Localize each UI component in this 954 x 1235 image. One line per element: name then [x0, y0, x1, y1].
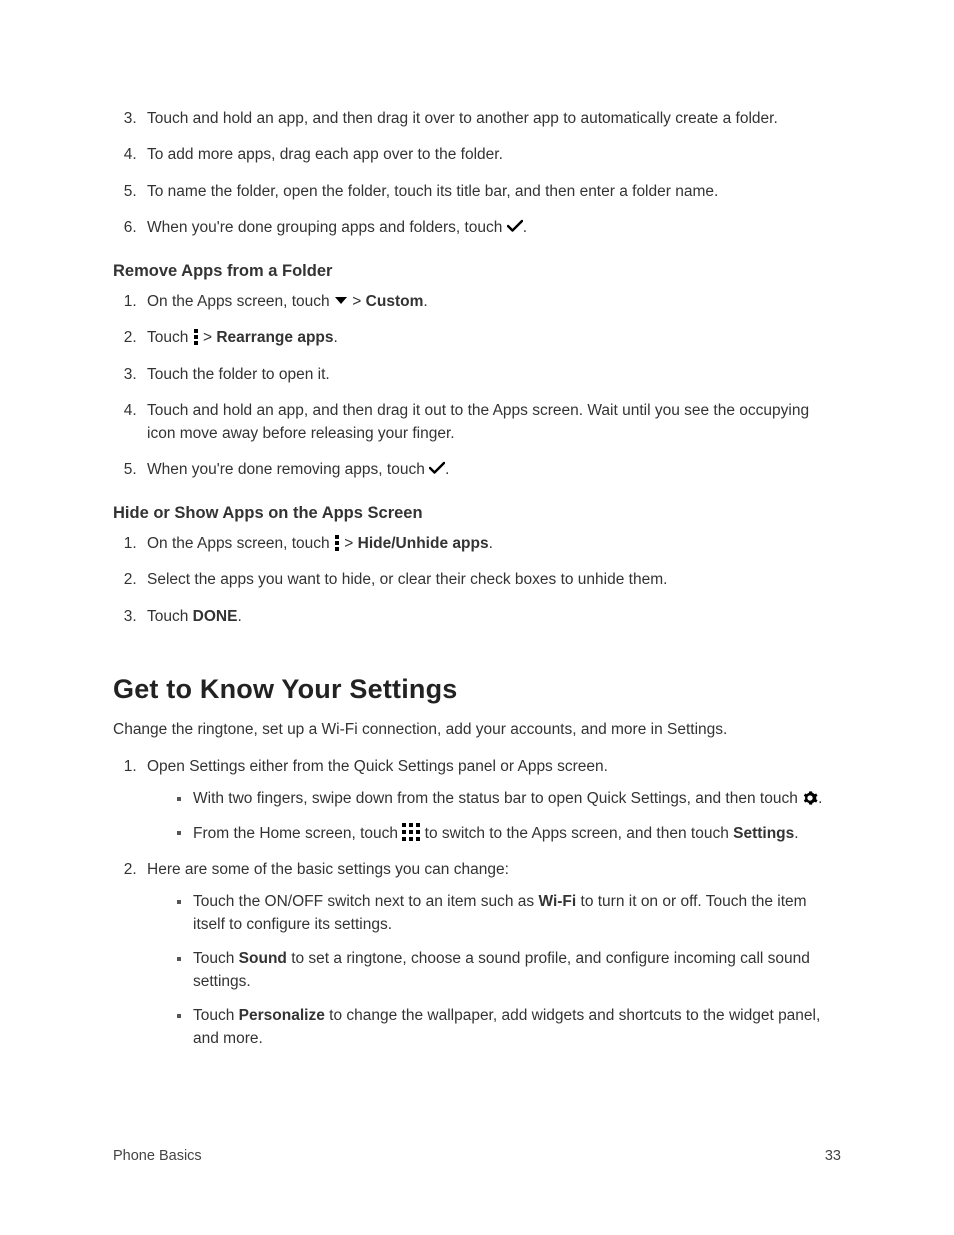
step-item: On the Apps screen, touch > Hide/Unhide … [141, 533, 841, 555]
bold-text: Hide/Unhide apps [358, 535, 489, 552]
overflow-icon [193, 328, 199, 346]
gear-icon [802, 790, 818, 806]
step-item: Touch > Rearrange apps. [141, 327, 841, 349]
footer-page-number: 33 [825, 1148, 841, 1164]
page: Touch and hold an app, and then drag it … [0, 0, 954, 1235]
content-area: Touch and hold an app, and then drag it … [113, 108, 841, 1068]
heading-hide-apps: Hide or Show Apps on the Apps Screen [113, 504, 841, 523]
apps-icon [402, 823, 420, 841]
step-item: When you're done removing apps, touch . [141, 459, 841, 481]
step-item: Here are some of the basic settings you … [141, 859, 841, 1050]
sub-bullet-item: With two fingers, swipe down from the st… [193, 788, 841, 810]
bold-text: Sound [239, 950, 287, 967]
sub-bullet-item: From the Home screen, touch to switch to… [193, 823, 841, 845]
step-item: Touch the folder to open it. [141, 364, 841, 386]
step-item: Select the apps you want to hide, or cle… [141, 569, 841, 591]
sub-bullet-item: Touch the ON/OFF switch next to an item … [193, 891, 841, 936]
bold-text: Wi-Fi [538, 893, 576, 910]
sub-bullet-list: With two fingers, swipe down from the st… [147, 788, 841, 845]
sub-bullet-list: Touch the ON/OFF switch next to an item … [147, 891, 841, 1050]
bold-text: Custom [366, 293, 424, 310]
step-item: On the Apps screen, touch > Custom. [141, 291, 841, 313]
step-item: Touch and hold an app, and then drag it … [141, 400, 841, 445]
check-icon [507, 219, 523, 233]
check-icon [429, 461, 445, 475]
step-list-settings: Open Settings either from the Quick Sett… [113, 756, 841, 1051]
page-footer: Phone Basics 33 [113, 1148, 841, 1164]
dropdown-icon [334, 296, 348, 306]
step-item: When you're done grouping apps and folde… [141, 217, 841, 239]
settings-intro-paragraph: Change the ringtone, set up a Wi-Fi conn… [113, 719, 841, 741]
bold-text: Personalize [239, 1007, 325, 1024]
sub-bullet-item: Touch Sound to set a ringtone, choose a … [193, 948, 841, 993]
step-list-remove: On the Apps screen, touch > Custom. Touch… [113, 291, 841, 482]
bold-text: Rearrange apps [216, 329, 333, 346]
step-list-folders: Touch and hold an app, and then drag it … [113, 108, 841, 240]
heading-remove-apps: Remove Apps from a Folder [113, 262, 841, 281]
step-list-hide: On the Apps screen, touch > Hide/Unhide … [113, 533, 841, 628]
overflow-icon [334, 534, 340, 552]
step-item: Open Settings either from the Quick Sett… [141, 756, 841, 845]
step-item: Touch and hold an app, and then drag it … [141, 108, 841, 130]
step-item: To add more apps, drag each app over to … [141, 144, 841, 166]
bold-text: Settings [733, 825, 794, 842]
step-item: To name the folder, open the folder, tou… [141, 181, 841, 203]
section-heading-settings: Get to Know Your Settings [113, 674, 841, 705]
sub-bullet-item: Touch Personalize to change the wallpape… [193, 1005, 841, 1050]
bold-text: DONE [193, 608, 238, 625]
step-item: Touch DONE. [141, 606, 841, 628]
footer-section-title: Phone Basics [113, 1148, 202, 1164]
